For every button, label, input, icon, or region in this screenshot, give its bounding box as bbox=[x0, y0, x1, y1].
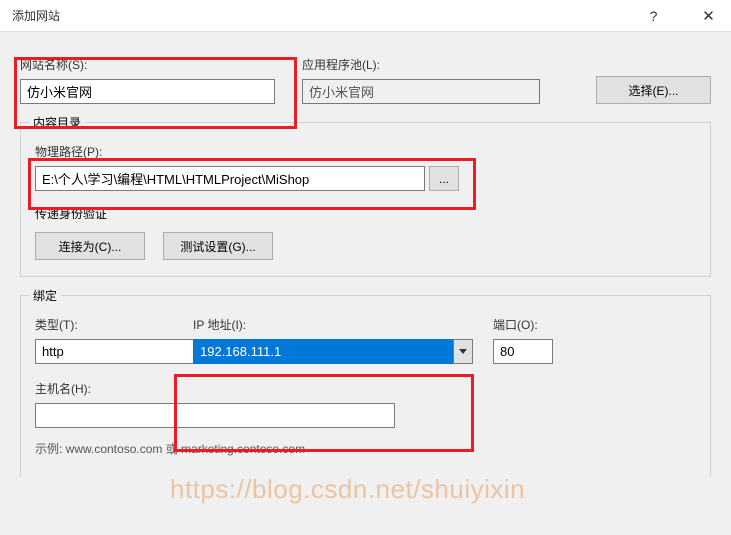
auth-label: 传递身份验证 bbox=[35, 205, 696, 222]
type-combo[interactable] bbox=[35, 339, 173, 364]
test-settings-button[interactable]: 测试设置(G)... bbox=[163, 232, 273, 260]
type-label: 类型(T): bbox=[35, 316, 173, 333]
content-dir-fieldset: 内容目录 物理路径(P): ... 传递身份验证 连接为(C)... 测试设置(… bbox=[20, 122, 711, 277]
port-label: 端口(O): bbox=[493, 316, 573, 333]
ip-combo-button[interactable] bbox=[453, 339, 473, 364]
binding-fieldset: 绑定 类型(T): IP 地址(I): bbox=[20, 295, 711, 477]
host-example: 示例: www.contoso.com 或 marketing.contoso.… bbox=[35, 440, 696, 457]
sitename-label: 网站名称(S): bbox=[20, 56, 290, 73]
close-button[interactable]: ✕ bbox=[686, 0, 731, 32]
connect-as-button[interactable]: 连接为(C)... bbox=[35, 232, 145, 260]
apppool-input bbox=[302, 79, 540, 104]
ip-label: IP 地址(I): bbox=[193, 316, 473, 333]
path-label: 物理路径(P): bbox=[35, 143, 696, 160]
apppool-label: 应用程序池(L): bbox=[302, 56, 588, 73]
select-apppool-button[interactable]: 选择(E)... bbox=[596, 76, 711, 104]
host-input[interactable] bbox=[35, 403, 395, 428]
host-label: 主机名(H): bbox=[35, 380, 696, 397]
content-dir-legend: 内容目录 bbox=[29, 114, 85, 131]
binding-legend: 绑定 bbox=[29, 287, 61, 304]
path-input[interactable] bbox=[35, 166, 425, 191]
browse-button[interactable]: ... bbox=[429, 166, 459, 191]
port-input[interactable] bbox=[493, 339, 553, 364]
help-button[interactable]: ? bbox=[631, 0, 676, 32]
dialog-content: 网站名称(S): 应用程序池(L): 选择(E)... 内容目录 物理路径(P)… bbox=[0, 32, 731, 535]
chevron-down-icon bbox=[459, 349, 467, 354]
ip-combo-input[interactable] bbox=[193, 339, 453, 364]
titlebar: 添加网站 ? ✕ bbox=[0, 0, 731, 32]
sitename-input[interactable] bbox=[20, 79, 275, 104]
ip-combo[interactable] bbox=[193, 339, 473, 364]
window-title: 添加网站 bbox=[12, 7, 60, 24]
